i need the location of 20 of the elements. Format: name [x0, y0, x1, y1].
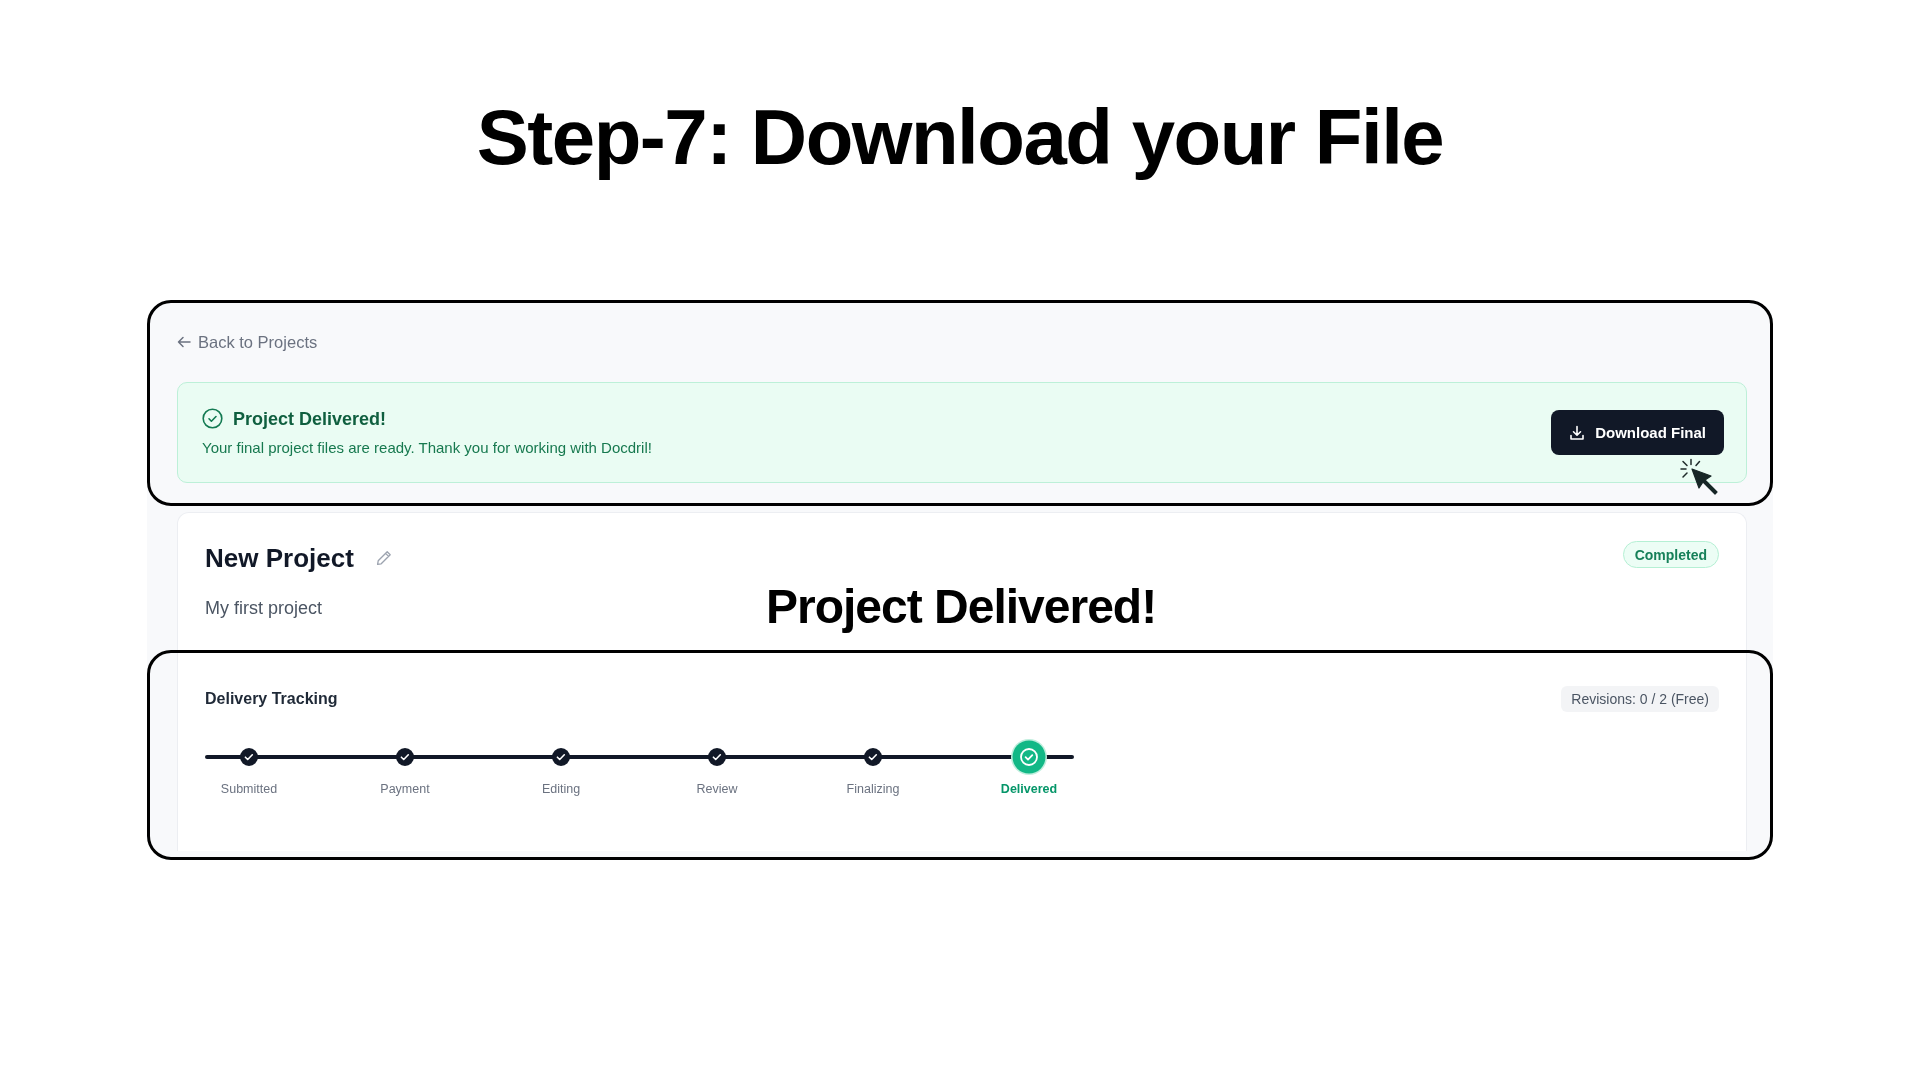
back-link[interactable]: Back to Projects	[177, 332, 318, 352]
step-label: Payment	[380, 781, 430, 797]
project-description: My first project	[205, 596, 323, 620]
step-label: Editing	[541, 781, 581, 797]
pencil-icon[interactable]	[375, 550, 392, 566]
step-label: Delivered	[1000, 781, 1058, 797]
status-badge: Completed	[1622, 541, 1719, 568]
revisions-badge: Revisions: 0 / 2 (Free)	[1561, 686, 1719, 712]
project-title: New Project	[205, 542, 354, 574]
banner-title: Project Delivered!	[233, 407, 387, 430]
download-button[interactable]: Download Final	[1551, 410, 1724, 455]
step-label: Review	[696, 781, 738, 797]
arrow-left-icon	[177, 335, 191, 349]
banner-message: Your final project files are ready. Thank you for working with Docdril!	[202, 437, 652, 458]
step-label: Submitted	[220, 781, 278, 797]
check-circle-icon	[202, 408, 223, 429]
section-title: Delivery Tracking	[205, 689, 338, 709]
download-icon	[1569, 424, 1586, 441]
step-label: Finalizing	[846, 781, 900, 797]
annotation-caption: Project Delivered!	[766, 583, 1157, 631]
